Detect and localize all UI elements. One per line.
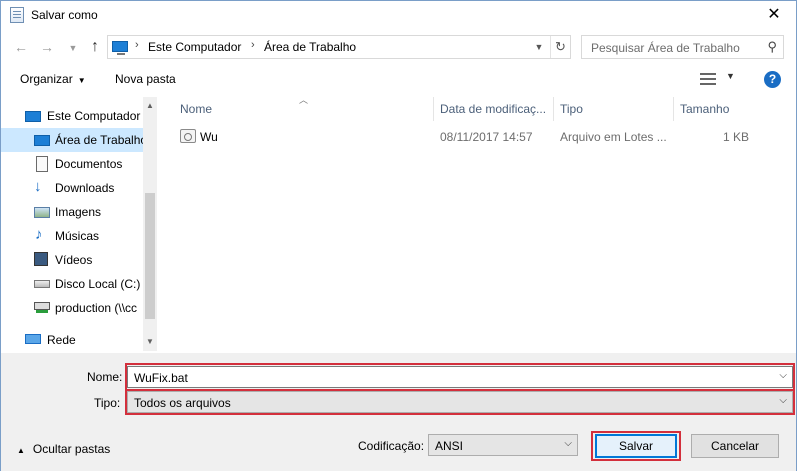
- sidebar-item-label: Área de Trabalho: [55, 133, 143, 147]
- computer-icon: [112, 41, 128, 55]
- music-icon: ♪: [35, 226, 43, 243]
- highlight-box: [125, 389, 795, 415]
- table-row[interactable]: Wu 08/11/2017 14:57 Arquivo em Lotes ...…: [174, 126, 774, 148]
- sidebar-item-label: Disco Local (C:): [55, 277, 141, 291]
- organize-label: Organizar: [20, 72, 73, 86]
- computer-icon: [25, 111, 41, 122]
- breadcrumb-separator-icon: ›: [135, 39, 139, 51]
- network-icon: [25, 334, 41, 344]
- save-options-panel: Nome: WuFix.bat ⌵ Tipo: Todos os arquivo…: [1, 353, 796, 471]
- column-header-type[interactable]: Tipo: [554, 97, 674, 121]
- encoding-value: ANSI: [435, 439, 464, 453]
- address-bar[interactable]: › Este Computador › Área de Trabalho ▼ ↻: [107, 35, 571, 59]
- navigation-bar: ← → ▼ ↑ › Este Computador › Área de Trab…: [1, 31, 796, 63]
- column-header-name[interactable]: Nome: [174, 97, 434, 121]
- up-button[interactable]: ↑: [85, 37, 105, 57]
- sidebar-item-this-pc[interactable]: Este Computador: [1, 104, 143, 128]
- sidebar-item-label: Imagens: [55, 205, 102, 219]
- highlight-box: [125, 363, 795, 391]
- sidebar-item-label: Downloads: [55, 181, 115, 195]
- arrow-left-icon: ←: [14, 39, 28, 55]
- sidebar-item-production[interactable]: production (\\cc: [1, 296, 143, 320]
- close-icon: ✕: [767, 6, 781, 23]
- navigation-pane: Este Computador Área de Trabalho Documen…: [1, 97, 158, 351]
- command-bar: Organizar ▼ Nova pasta ▼ ?: [1, 63, 796, 96]
- sidebar-item-label: Rede: [47, 333, 76, 347]
- save-button[interactable]: Salvar: [595, 434, 677, 458]
- breadcrumb-item[interactable]: Área de Trabalho: [264, 40, 356, 54]
- window-title: Salvar como: [31, 8, 98, 22]
- sidebar-item-downloads[interactable]: ↓ Downloads: [1, 176, 143, 200]
- arrow-up-icon: ↑: [91, 38, 99, 55]
- recent-locations-button[interactable]: ▼: [63, 38, 83, 58]
- sidebar-item-label: production (\\cc: [55, 301, 138, 315]
- cancel-button[interactable]: Cancelar: [691, 434, 779, 458]
- type-label: Tipo:: [94, 396, 121, 410]
- name-label: Nome:: [87, 370, 123, 384]
- forward-button[interactable]: →: [37, 37, 57, 57]
- change-view-button[interactable]: ▼: [700, 71, 740, 89]
- organize-button[interactable]: Organizar ▼: [20, 72, 86, 86]
- breadcrumb-separator-icon: ›: [251, 39, 255, 51]
- help-button[interactable]: ?: [764, 71, 781, 88]
- file-type: Arquivo em Lotes ...: [560, 130, 667, 144]
- details-view-icon: [700, 73, 716, 85]
- search-icon: ⚲: [767, 39, 777, 54]
- title-bar: Salvar como ✕: [1, 1, 796, 31]
- navigation-scrollbar[interactable]: ▲ ▼: [143, 97, 157, 351]
- save-as-dialog: Salvar como ✕ ← → ▼ ↑ › Este Computador …: [0, 0, 797, 471]
- videos-icon: [34, 252, 48, 266]
- column-header-date[interactable]: Data de modificaç...: [434, 97, 554, 121]
- sidebar-item-videos[interactable]: Vídeos: [1, 248, 143, 272]
- column-header-size[interactable]: Tamanho: [674, 97, 754, 121]
- refresh-icon: ↻: [555, 39, 566, 54]
- desktop-icon: [34, 135, 50, 146]
- documents-icon: [36, 156, 48, 172]
- search-input[interactable]: Pesquisar Área de Trabalho ⚲: [581, 35, 784, 59]
- help-icon: ?: [768, 72, 777, 86]
- pictures-icon: [34, 207, 50, 218]
- breadcrumb-item[interactable]: Este Computador: [148, 40, 241, 54]
- sidebar-item-pictures[interactable]: Imagens: [1, 200, 143, 224]
- disk-icon: [34, 280, 50, 288]
- notepad-icon: [10, 7, 24, 23]
- back-button[interactable]: ←: [11, 37, 31, 57]
- hide-folders-label: Ocultar pastas: [32, 442, 111, 456]
- encoding-label: Codificação:: [358, 439, 425, 453]
- search-placeholder: Pesquisar Área de Trabalho: [591, 41, 740, 55]
- encoding-select[interactable]: ANSI ⌵: [428, 434, 578, 456]
- sidebar-item-network[interactable]: Rede: [1, 328, 143, 351]
- downloads-icon: ↓: [34, 178, 42, 195]
- chevron-down-icon: ▼: [77, 76, 86, 85]
- scroll-down-icon[interactable]: ▼: [145, 337, 155, 346]
- chevron-down-icon: ▼: [534, 42, 544, 52]
- network-drive-icon: [34, 302, 50, 310]
- file-name: Wu: [200, 130, 218, 144]
- hide-folders-toggle[interactable]: ▲ Ocultar pastas: [17, 442, 110, 456]
- scrollbar-thumb[interactable]: [145, 193, 155, 319]
- file-modified: 08/11/2017 14:57: [440, 130, 533, 144]
- new-folder-button[interactable]: Nova pasta: [115, 72, 176, 86]
- sidebar-item-documents[interactable]: Documentos: [1, 152, 143, 176]
- chevron-up-icon: ▲: [17, 446, 25, 455]
- chevron-down-icon: ⌵: [564, 438, 572, 449]
- sidebar-item-label: Este Computador: [47, 109, 141, 123]
- sidebar-item-desktop[interactable]: Área de Trabalho: [1, 128, 143, 152]
- refresh-button[interactable]: ↻: [550, 36, 570, 58]
- close-button[interactable]: ✕: [752, 1, 796, 30]
- sidebar-item-label: Vídeos: [55, 253, 93, 267]
- arrow-right-icon: →: [40, 39, 54, 55]
- file-size: 1 KB: [723, 130, 750, 144]
- sidebar-item-music[interactable]: ♪ Músicas: [1, 224, 143, 248]
- address-dropdown-button[interactable]: ▼: [530, 36, 548, 58]
- sidebar-item-label: Músicas: [55, 229, 100, 243]
- scroll-up-icon[interactable]: ▲: [145, 101, 155, 110]
- sidebar-item-local-disk[interactable]: Disco Local (C:): [1, 272, 143, 296]
- file-list: ︿ Nome Data de modificaç... Tipo Tamanho…: [161, 95, 796, 351]
- batch-file-icon: [180, 129, 196, 143]
- chevron-down-icon: ▼: [726, 71, 735, 81]
- sidebar-item-label: Documentos: [55, 157, 123, 171]
- chevron-down-icon: ▼: [68, 43, 78, 53]
